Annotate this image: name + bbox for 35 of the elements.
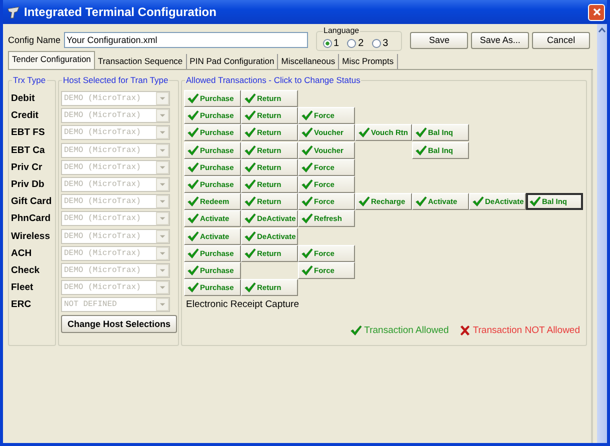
tab[interactable]: Transaction Sequence [94, 54, 187, 69]
window-title: Integrated Terminal Configuration [24, 5, 218, 19]
language-radio[interactable]: 1 [322, 38, 340, 49]
language-label: Language [322, 26, 360, 35]
save-as-button[interactable]: Save As... [471, 32, 530, 48]
tran-type-label: ERC [11, 299, 32, 310]
legend-allowed: Transaction Allowed [350, 325, 449, 336]
tab[interactable]: Miscellaneous [278, 54, 340, 69]
cancel-button[interactable]: Cancel [532, 32, 590, 48]
tab[interactable]: PIN Pad Configuration [186, 54, 278, 69]
config-name-label: Config Name [8, 35, 61, 45]
tab[interactable]: Tender Configuration [8, 51, 95, 69]
tran-type-label: Fleet [11, 282, 34, 294]
language-radio[interactable]: 2 [347, 38, 364, 49]
group-title: Trx Type [12, 75, 47, 85]
tran-type-label: EBT FS [11, 127, 45, 138]
tran-type-label: ACH [11, 248, 32, 259]
save-button[interactable]: Save [410, 32, 468, 48]
tran-type-label: Gift Card [11, 196, 52, 208]
config-name-field[interactable]: Your Configuration.xml [64, 32, 308, 48]
group-title: Allowed Transactions - Click to Change Status [185, 75, 362, 85]
tran-type-label: Credit [11, 110, 38, 122]
tran-type-label: Priv Db [11, 179, 44, 190]
group-title: Host Selected for Tran Type [62, 75, 170, 85]
tran-type-label: EBT Ca [11, 144, 45, 156]
tran-type-label: Priv Cr [11, 162, 42, 173]
tran-type-label: PhnCard [11, 213, 51, 224]
tran-type-label: Debit [11, 93, 35, 104]
tran-type-label: Wireless [11, 230, 50, 242]
tab[interactable]: Misc Prompts [339, 54, 398, 69]
legend-not-allowed: Transaction NOT Allowed [458, 325, 580, 336]
change-host-button[interactable]: Change Host Selections [61, 315, 177, 334]
language-radio[interactable]: 3 [372, 38, 388, 49]
tran-type-label: Check [11, 264, 40, 276]
erc-description: Electronic Receipt Capture [185, 299, 299, 310]
